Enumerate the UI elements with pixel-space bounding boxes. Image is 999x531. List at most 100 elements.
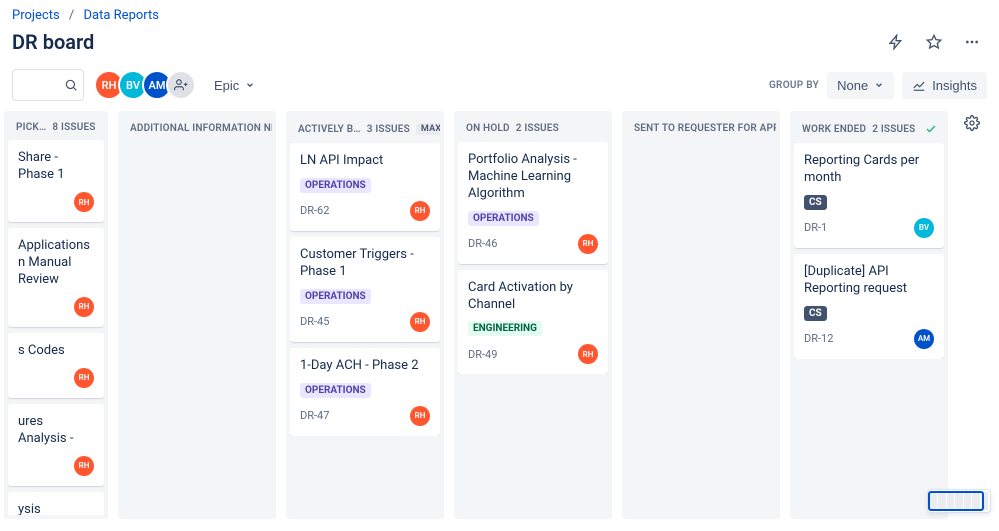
- check-icon: [925, 123, 937, 135]
- breadcrumb-current[interactable]: Data Reports: [84, 8, 159, 23]
- column-actively-building: ACTIVELY B… 3 ISSUES MAX: 5 LN API Impac…: [286, 111, 444, 519]
- card-tag-operations: OPERATIONS: [300, 178, 371, 193]
- search-input[interactable]: [12, 69, 84, 101]
- issue-key: DR-62: [300, 204, 329, 217]
- card-title: Customer Triggers - Phase 1: [300, 247, 430, 281]
- kanban-card[interactable]: 1-Day ACH - Phase 2 OPERATIONS DR-47 RH: [290, 348, 440, 436]
- issue-key: DR-49: [468, 348, 497, 361]
- kanban-card[interactable]: [Duplicate] API Reporting request CS DR-…: [794, 254, 944, 359]
- groupby-select[interactable]: None: [827, 72, 894, 99]
- kanban-board: PICK… 8 ISSUES Share - Phase 1 RH Applic…: [0, 111, 999, 531]
- star-icon[interactable]: [919, 27, 949, 57]
- add-people-icon[interactable]: [166, 70, 196, 100]
- card-avatar[interactable]: BV: [914, 218, 934, 238]
- kanban-card[interactable]: Portfolio Analysis - Machine Learning Al…: [458, 142, 608, 264]
- minimap-slot: [964, 492, 971, 510]
- column-title: ON HOLD: [466, 123, 510, 134]
- card-tag-operations: OPERATIONS: [300, 289, 371, 304]
- column-header[interactable]: ACTIVELY B… 3 ISSUES MAX: 5: [290, 115, 440, 143]
- card-title: Card Activation by Channel: [468, 280, 598, 314]
- card-avatar[interactable]: RH: [578, 344, 598, 364]
- card-tag-operations: OPERATIONS: [468, 211, 539, 226]
- kanban-card[interactable]: LN API Impact OPERATIONS DR-62 RH: [290, 143, 440, 231]
- column-count: 3 ISSUES: [367, 124, 410, 135]
- card-tag-operations: OPERATIONS: [300, 383, 371, 398]
- groupby-value: None: [837, 78, 868, 93]
- groupby-label: GROUP BY: [769, 80, 819, 91]
- automation-icon[interactable]: [881, 27, 911, 57]
- card-tag-cs: CS: [804, 195, 827, 210]
- chevron-down-icon: [245, 80, 255, 90]
- column-header[interactable]: ADDITIONAL INFORMATION NE…: [122, 115, 272, 142]
- minimap-slot: [930, 492, 937, 510]
- card-tag-cs: CS: [804, 306, 827, 321]
- column-header[interactable]: PICK… 8 ISSUES: [8, 115, 104, 140]
- card-title: ures Analysis -: [18, 414, 94, 448]
- column-title: WORK ENDED: [802, 124, 866, 135]
- kanban-card[interactable]: s Codes RH: [8, 333, 104, 398]
- chart-icon: [912, 78, 926, 92]
- column-count: 2 ISSUES: [516, 123, 559, 134]
- card-title: s Codes: [18, 343, 94, 360]
- card-avatar[interactable]: RH: [410, 201, 430, 221]
- card-tag-engineering: ENGINEERING: [468, 321, 542, 336]
- card-avatar[interactable]: RH: [74, 297, 94, 317]
- issue-key: DR-45: [300, 315, 329, 328]
- column-count: 2 ISSUES: [872, 124, 915, 135]
- column-title: ADDITIONAL INFORMATION NE…: [130, 123, 272, 134]
- card-title: Reporting Cards per month: [804, 153, 934, 187]
- kanban-card[interactable]: Card Activation by Channel ENGINEERING D…: [458, 270, 608, 375]
- column-sent-to-requester: SENT TO REQUESTER FOR APP…: [622, 111, 780, 519]
- card-avatar[interactable]: RH: [74, 456, 94, 476]
- column-pickup: PICK… 8 ISSUES Share - Phase 1 RH Applic…: [4, 111, 108, 519]
- column-count: 8 ISSUES: [52, 122, 95, 133]
- column-max-badge: MAX: 5: [416, 123, 440, 135]
- card-title: [Duplicate] API Reporting request: [804, 264, 934, 298]
- card-title: LN API Impact: [300, 153, 430, 170]
- card-title: Portfolio Analysis - Machine Learning Al…: [468, 152, 598, 203]
- minimap-slot: [938, 492, 945, 510]
- minimap-slot: [947, 492, 954, 510]
- insights-button[interactable]: Insights: [902, 72, 987, 99]
- kanban-card[interactable]: Reporting Cards per month CS DR-1 BV: [794, 143, 944, 248]
- board-minimap[interactable]: [927, 489, 991, 513]
- page-title: DR board: [12, 30, 94, 54]
- breadcrumb-projects[interactable]: Projects: [12, 8, 60, 23]
- column-header[interactable]: WORK ENDED 2 ISSUES: [794, 115, 944, 143]
- column-header[interactable]: ON HOLD 2 ISSUES: [458, 115, 608, 142]
- column-work-ended: WORK ENDED 2 ISSUES Reporting Cards per …: [790, 111, 948, 519]
- board-settings-icon[interactable]: [957, 108, 987, 138]
- more-icon[interactable]: [957, 27, 987, 57]
- assignee-filter: RH BV AM: [94, 70, 196, 100]
- epic-label: Epic: [214, 78, 239, 93]
- column-on-hold: ON HOLD 2 ISSUES Portfolio Analysis - Ma…: [454, 111, 612, 519]
- kanban-card[interactable]: ures Analysis - RH: [8, 404, 104, 486]
- epic-filter[interactable]: Epic: [206, 72, 263, 99]
- breadcrumb-separator: /: [69, 8, 74, 23]
- kanban-card[interactable]: ysis RH: [8, 492, 104, 515]
- column-title: PICK…: [16, 122, 46, 133]
- column-additional-info: ADDITIONAL INFORMATION NE…: [118, 111, 276, 519]
- card-avatar[interactable]: RH: [410, 406, 430, 426]
- kanban-card[interactable]: Share - Phase 1 RH: [8, 140, 104, 222]
- kanban-card[interactable]: Customer Triggers - Phase 1 OPERATIONS D…: [290, 237, 440, 342]
- kanban-card[interactable]: Applications n Manual Review RH: [8, 228, 104, 327]
- column-header[interactable]: SENT TO REQUESTER FOR APP…: [626, 115, 776, 142]
- column-title: ACTIVELY B…: [298, 124, 361, 135]
- card-avatar[interactable]: RH: [410, 312, 430, 332]
- column-title: SENT TO REQUESTER FOR APP…: [634, 123, 776, 134]
- issue-key: DR-46: [468, 237, 497, 250]
- card-avatar[interactable]: AM: [914, 329, 934, 349]
- card-title: ysis: [18, 502, 94, 515]
- card-avatar[interactable]: RH: [74, 368, 94, 388]
- card-title: 1-Day ACH - Phase 2: [300, 358, 430, 375]
- chevron-down-icon: [874, 80, 884, 90]
- card-avatar[interactable]: RH: [578, 234, 598, 254]
- search-input-wrap: [12, 69, 84, 101]
- insights-label: Insights: [932, 78, 977, 93]
- minimap-slot: [981, 492, 988, 510]
- breadcrumb: Projects / Data Reports: [0, 0, 999, 23]
- issue-key: DR-47: [300, 409, 329, 422]
- card-avatar[interactable]: RH: [74, 192, 94, 212]
- minimap-slot: [955, 492, 962, 510]
